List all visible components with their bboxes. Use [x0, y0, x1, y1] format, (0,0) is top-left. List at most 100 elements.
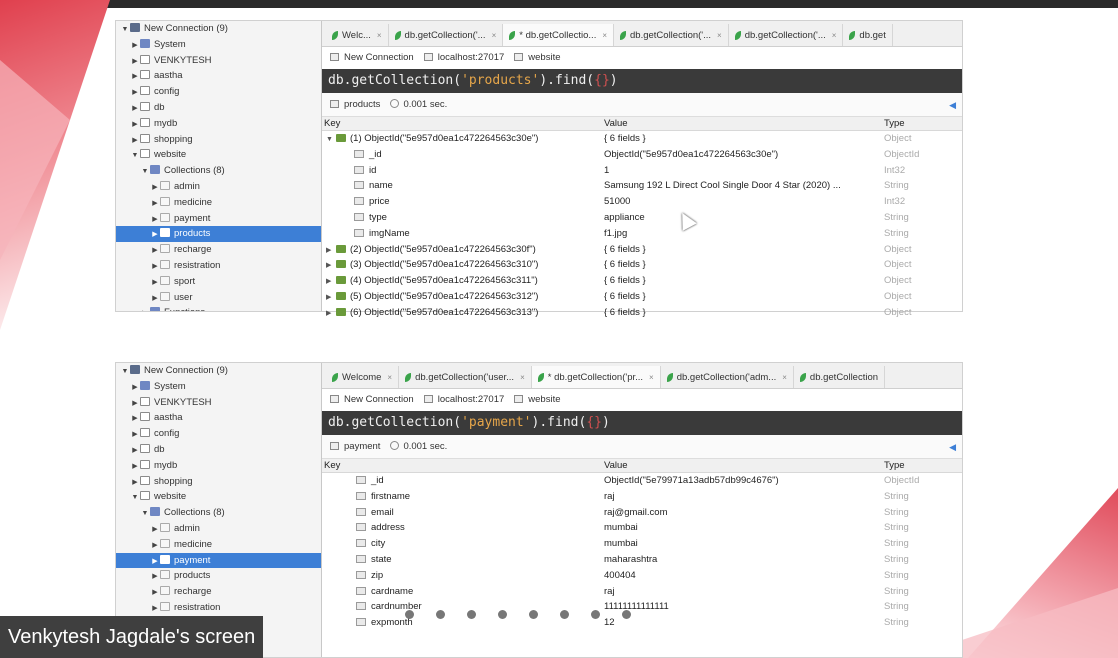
tree-item[interactable]: ▶ config	[116, 84, 321, 100]
expand-right-icon[interactable]: ▶	[130, 101, 140, 117]
result-row[interactable]: ▶ (5) ObjectId("5e957d0ea1c472264563c312"…	[322, 289, 962, 305]
query-tab[interactable]: * db.getCollectio... ×	[503, 24, 615, 46]
result-row[interactable]: _id ObjectId("5e957d0ea1c472264563c30e") O…	[322, 147, 962, 163]
expand-right-icon[interactable]: ▶	[150, 196, 160, 212]
expand-right-icon[interactable]: ▶	[150, 554, 160, 570]
result-row[interactable]: state maharashtra String	[322, 552, 962, 568]
tree-item[interactable]: ▶ products	[116, 568, 321, 584]
query-tab[interactable]: db.getCollection('... ×	[614, 24, 729, 46]
expand-right-icon[interactable]: ▶	[130, 69, 140, 85]
query-tab[interactable]: db.getCollection('adm... ×	[661, 366, 794, 388]
expand-right-icon[interactable]: ▶	[130, 133, 140, 149]
tree-item[interactable]: ▶ System	[116, 379, 321, 395]
expand-right-icon[interactable]: ▶	[130, 459, 140, 475]
close-icon[interactable]: ×	[492, 31, 497, 40]
tree-item[interactable]: ▶ payment	[116, 552, 321, 570]
result-row[interactable]: _id ObjectId("5e79971a13adb57db99c4676") O…	[322, 473, 962, 489]
query-tab[interactable]: db.getCollection('... ×	[729, 24, 844, 46]
query-tab[interactable]: Welc... ×	[326, 24, 389, 46]
expand-right-icon[interactable]: ▶	[150, 522, 160, 538]
tree-item[interactable]: ▶ payment	[116, 211, 321, 227]
tree-item[interactable]: ▶ VENKYTESH	[116, 53, 321, 69]
expand-right-icon[interactable]: ▶	[326, 290, 336, 306]
tree-item[interactable]: ▼ website	[116, 147, 321, 163]
column-header-value[interactable]: Value	[604, 459, 884, 472]
query-tab[interactable]: * db.getCollection('pr... ×	[531, 366, 661, 388]
tree-item[interactable]: ▶ recharge	[116, 242, 321, 258]
tree-item[interactable]: ▶ db	[116, 100, 321, 116]
tree-item[interactable]: ▶ db	[116, 442, 321, 458]
tree-item[interactable]: ▶ resistration	[116, 600, 321, 616]
tree-item[interactable]: ▶ products	[116, 226, 321, 243]
result-row[interactable]: imgName f1.jpg String	[322, 226, 962, 242]
tree-item[interactable]: ▶ admin	[116, 179, 321, 195]
result-row[interactable]: ▶ (2) ObjectId("5e957d0ea1c472264563c30f"…	[322, 242, 962, 258]
close-icon[interactable]: ×	[717, 31, 722, 40]
expand-down-icon[interactable]: ▼	[130, 490, 140, 506]
tree-item[interactable]: ▶ aastha	[116, 410, 321, 426]
result-row[interactable]: address mumbai String	[322, 520, 962, 536]
close-icon[interactable]: ×	[832, 31, 837, 40]
tree-item[interactable]: ▶ medicine	[116, 195, 321, 211]
result-row[interactable]: city mumbai String	[322, 536, 962, 552]
tree-item[interactable]: ▶ Functions	[116, 305, 321, 311]
close-icon[interactable]: ×	[782, 373, 787, 382]
result-row[interactable]: zip 400404 String	[322, 568, 962, 584]
close-icon[interactable]: ×	[520, 373, 525, 382]
expand-right-icon[interactable]: ▶	[130, 85, 140, 101]
column-header-key[interactable]: Key	[322, 117, 604, 130]
expand-right-icon[interactable]: ▶	[130, 117, 140, 133]
close-icon[interactable]: ×	[377, 31, 382, 40]
expand-right-icon[interactable]: ▶	[150, 275, 160, 291]
tree-item[interactable]: ▶ aastha	[116, 68, 321, 84]
column-header-type[interactable]: Type	[884, 459, 954, 472]
expand-right-icon[interactable]: ▶	[326, 274, 336, 290]
tree-item[interactable]: ▶ config	[116, 426, 321, 442]
expand-right-icon[interactable]: ▶	[150, 243, 160, 259]
tree-item[interactable]: ▼ website	[116, 489, 321, 505]
expand-right-icon[interactable]: ▶	[150, 227, 160, 243]
expand-down-icon[interactable]: ▼	[130, 148, 140, 164]
close-icon[interactable]: ×	[387, 373, 392, 382]
expand-down-icon[interactable]: ▼	[326, 132, 336, 148]
result-row[interactable]: ▼ (1) ObjectId("5e957d0ea1c472264563c30e"…	[322, 131, 962, 147]
expand-right-icon[interactable]: ▶	[150, 538, 160, 554]
tree-item[interactable]: ▶ shopping	[116, 474, 321, 490]
page-nav-icon[interactable]: ◀	[949, 93, 956, 117]
expand-right-icon[interactable]: ▶	[130, 427, 140, 443]
result-row[interactable]: type appliance String	[322, 210, 962, 226]
tree-item[interactable]: ▶ medicine	[116, 537, 321, 553]
expand-right-icon[interactable]: ▶	[150, 180, 160, 196]
result-row[interactable]: cardname raj String	[322, 584, 962, 600]
expand-right-icon[interactable]: ▶	[326, 306, 336, 322]
expand-right-icon[interactable]: ▶	[130, 38, 140, 54]
query-tab[interactable]: db.getCollection('user... ×	[399, 366, 532, 388]
result-row[interactable]: ▶ (6) ObjectId("5e957d0ea1c472264563c313"…	[322, 305, 962, 321]
expand-right-icon[interactable]: ▶	[326, 243, 336, 259]
close-icon[interactable]: ×	[649, 373, 654, 382]
query-tab[interactable]: db.getCollection('... ×	[389, 24, 504, 46]
query-editor[interactable]: db.getCollection('payment').find({})	[322, 411, 962, 435]
expand-right-icon[interactable]: ▶	[130, 54, 140, 70]
tree-item[interactable]: ▶ VENKYTESH	[116, 395, 321, 411]
tree-item[interactable]: ▶ sport	[116, 274, 321, 290]
result-row[interactable]: ▶ (3) ObjectId("5e957d0ea1c472264563c310"…	[322, 257, 962, 273]
expand-right-icon[interactable]: ▶	[150, 585, 160, 601]
result-row[interactable]: ▶ (4) ObjectId("5e957d0ea1c472264563c311"…	[322, 273, 962, 289]
tree-item[interactable]: ▼ New Connection (9)	[116, 21, 321, 37]
expand-down-icon[interactable]: ▼	[120, 364, 130, 380]
expand-right-icon[interactable]: ▶	[150, 601, 160, 617]
query-tab[interactable]: db.get	[843, 24, 893, 46]
expand-right-icon[interactable]: ▶	[150, 291, 160, 307]
expand-down-icon[interactable]: ▼	[120, 22, 130, 38]
tree-item[interactable]: ▶ resistration	[116, 258, 321, 274]
tree-item[interactable]: ▼ Collections (8)	[116, 163, 321, 179]
expand-right-icon[interactable]: ▶	[130, 411, 140, 427]
expand-right-icon[interactable]: ▶	[150, 212, 160, 228]
tree-item[interactable]: ▶ user	[116, 290, 321, 306]
close-icon[interactable]: ×	[602, 31, 607, 40]
expand-right-icon[interactable]: ▶	[326, 258, 336, 274]
tree-item[interactable]: ▼ New Connection (9)	[116, 363, 321, 379]
result-row[interactable]: firstname raj String	[322, 489, 962, 505]
column-header-type[interactable]: Type	[884, 117, 954, 130]
